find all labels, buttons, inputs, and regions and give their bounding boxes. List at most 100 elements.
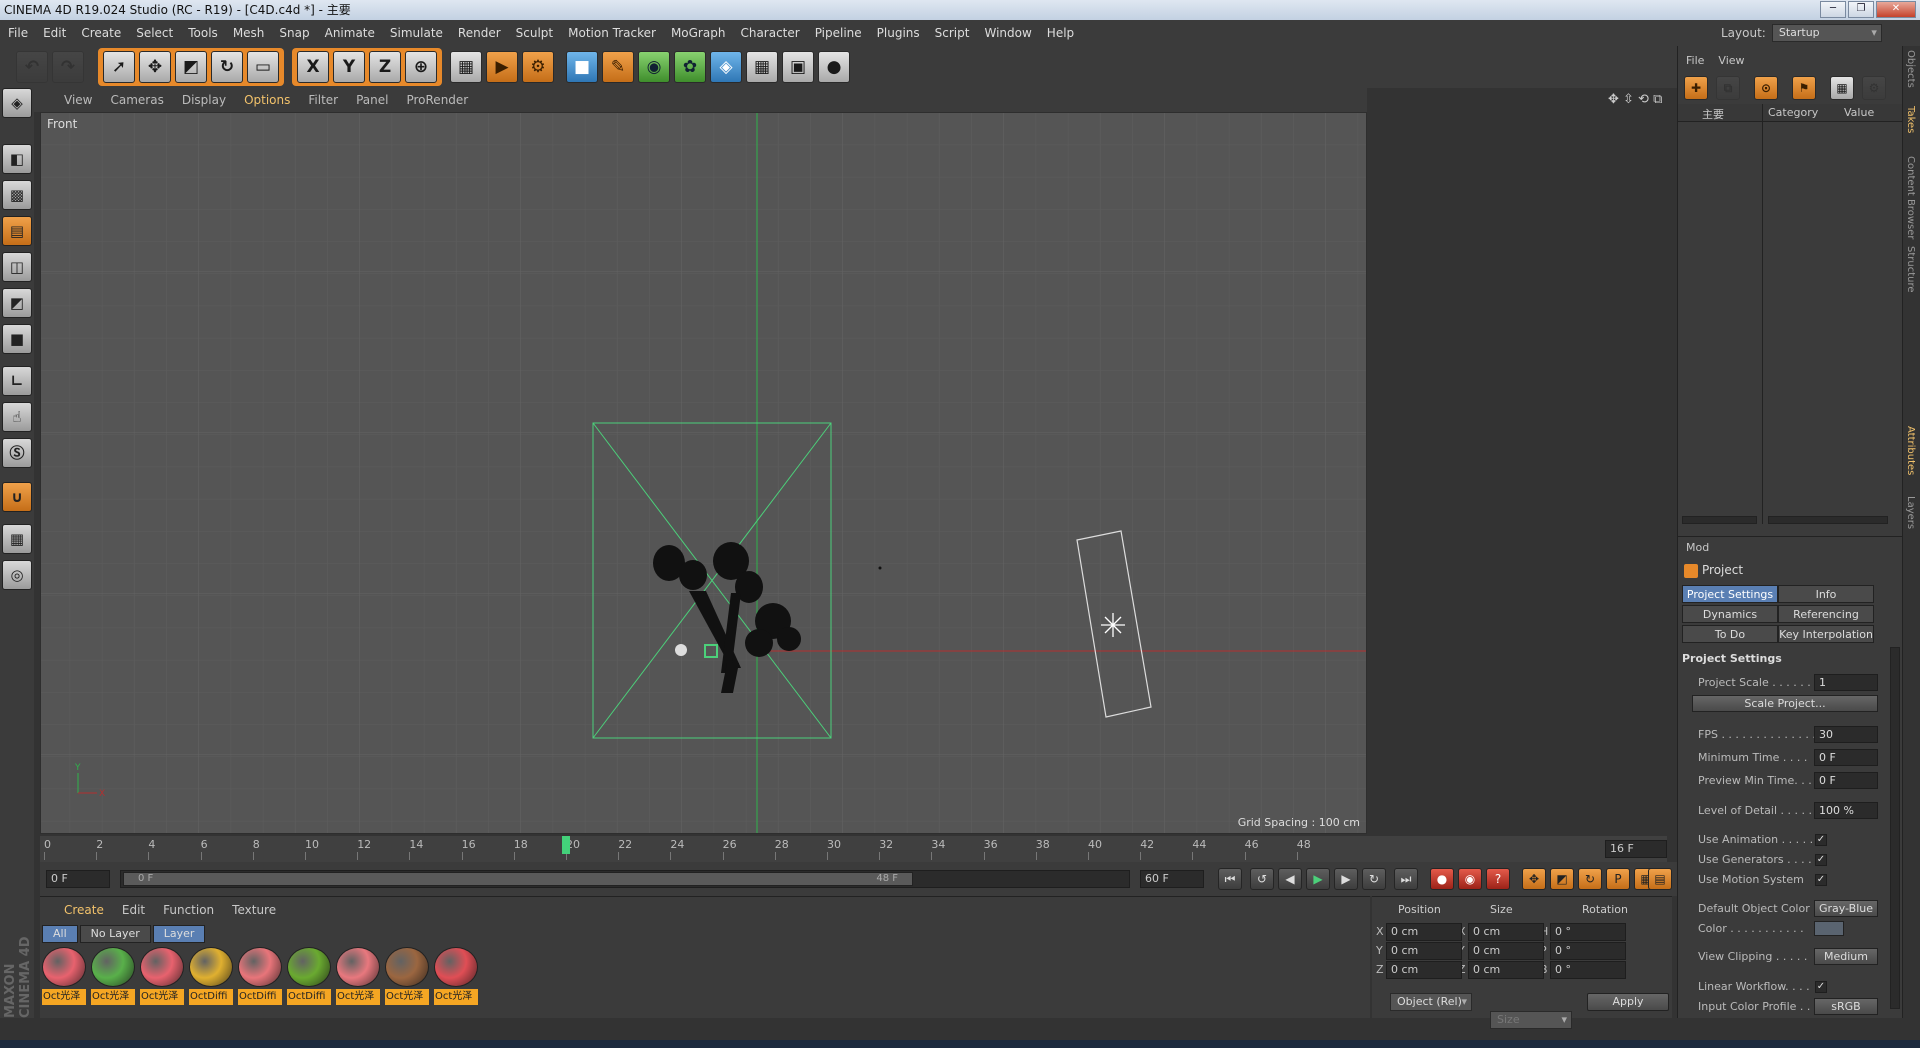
- key-position-icon[interactable]: ✥: [1522, 868, 1546, 890]
- range-slider[interactable]: 0 F 48 F: [123, 872, 913, 886]
- polygons-mode-icon[interactable]: ■: [2, 324, 32, 354]
- light-icon[interactable]: ●: [818, 51, 850, 83]
- tab-info[interactable]: Info: [1778, 585, 1874, 603]
- preview-min-field[interactable]: 0 F: [1814, 772, 1878, 789]
- viewport-menu-options[interactable]: Options: [244, 93, 290, 107]
- attr-scrollbar[interactable]: [1890, 647, 1900, 1009]
- attr-mode-menu[interactable]: Mod: [1686, 541, 1709, 554]
- subdivision-icon[interactable]: ◉: [638, 51, 670, 83]
- view-clipping-select[interactable]: Medium: [1814, 948, 1878, 965]
- menu-motion-tracker[interactable]: Motion Tracker: [568, 26, 656, 40]
- start-frame-field[interactable]: 0 F: [46, 870, 110, 888]
- lod-field[interactable]: 100 %: [1814, 802, 1878, 819]
- move-icon[interactable]: ✥: [139, 51, 171, 83]
- size-field[interactable]: 0 cm: [1468, 961, 1544, 979]
- floor-icon[interactable]: ▦: [746, 51, 778, 83]
- material-preview[interactable]: [287, 947, 331, 987]
- menu-help[interactable]: Help: [1047, 26, 1074, 40]
- redo-icon[interactable]: ↷: [52, 51, 84, 83]
- material-preview[interactable]: [42, 947, 86, 987]
- render-view-icon[interactable]: ▦: [450, 51, 482, 83]
- default-color-select[interactable]: Gray-Blue: [1814, 900, 1878, 917]
- menu-select[interactable]: Select: [136, 26, 173, 40]
- timeline-ruler[interactable]: 0 2 4 6 8 10 12 14 16 18 20 22 24 26 28 30 32 34 36 38 40 42 4…: [40, 836, 1667, 862]
- viewport-menu-view[interactable]: View: [64, 93, 92, 107]
- takes-add-icon[interactable]: ✚: [1684, 76, 1708, 100]
- size-field[interactable]: 0 cm: [1468, 923, 1544, 941]
- pen-icon[interactable]: ✎: [602, 51, 634, 83]
- tab-to-do[interactable]: To Do: [1682, 625, 1778, 643]
- viewport-menu-display[interactable]: Display: [182, 93, 226, 107]
- tweak-icon[interactable]: ☝: [2, 402, 32, 432]
- next-frame-icon[interactable]: ▶: [1334, 868, 1358, 890]
- viewport-menu-prorender[interactable]: ProRender: [406, 93, 468, 107]
- timeline-layout-icon[interactable]: ▤: [1648, 868, 1672, 890]
- side-tab-structure[interactable]: Structure: [1905, 246, 1916, 293]
- render-picture-viewer-icon[interactable]: ▶: [486, 51, 518, 83]
- end-frame-field[interactable]: 60 F: [1140, 870, 1204, 888]
- render-icon[interactable]: ▦: [1830, 76, 1854, 100]
- record-keys-icon[interactable]: ●: [1430, 868, 1454, 890]
- coordinate-mode-select[interactable]: Object (Rel): [1390, 993, 1472, 1011]
- side-tab-objects[interactable]: Objects: [1905, 50, 1916, 88]
- material-item[interactable]: OctDiffi: [238, 947, 282, 1009]
- keyframe-selection-icon[interactable]: ?: [1486, 868, 1510, 890]
- tab-referencing[interactable]: Referencing: [1778, 605, 1874, 623]
- menu-window[interactable]: Window: [984, 26, 1031, 40]
- material-menu-function[interactable]: Function: [163, 903, 214, 917]
- position-field[interactable]: 0 cm: [1386, 961, 1462, 979]
- use-generators-checkbox[interactable]: ✓: [1815, 854, 1827, 866]
- use-animation-checkbox[interactable]: ✓: [1815, 834, 1827, 846]
- z-axis-lock-button[interactable]: Z: [369, 51, 401, 83]
- filter-tab-no-layer[interactable]: No Layer: [79, 925, 151, 943]
- goto-end-icon[interactable]: ⏭: [1394, 868, 1418, 890]
- cube-icon[interactable]: ■: [566, 51, 598, 83]
- tab-key-interpolation[interactable]: Key Interpolation: [1778, 625, 1874, 643]
- prev-frame-icon[interactable]: ◀: [1278, 868, 1302, 890]
- om-hscroll-left[interactable]: [1682, 516, 1757, 524]
- viewport[interactable]: Y X Front Grid Spacing : 100 cm: [40, 112, 1367, 834]
- menu-tools[interactable]: Tools: [188, 26, 218, 40]
- layout-select[interactable]: Startup: [1771, 24, 1882, 42]
- om-hscroll-right[interactable]: [1768, 516, 1888, 524]
- position-field[interactable]: 0 cm: [1386, 923, 1462, 941]
- tab-dynamics[interactable]: Dynamics: [1682, 605, 1778, 623]
- filter-tab-all[interactable]: All: [42, 925, 78, 943]
- material-item[interactable]: OctDiffi: [189, 947, 233, 1009]
- key-rotation-icon[interactable]: ↻: [1578, 868, 1602, 890]
- model-mode-icon[interactable]: ◧: [2, 144, 32, 174]
- make-editable-icon[interactable]: ◈: [2, 88, 32, 118]
- material-preview[interactable]: [140, 947, 184, 987]
- input-profile-select[interactable]: sRGB: [1814, 998, 1878, 1015]
- side-tab-content-browser[interactable]: Content Browser: [1905, 156, 1916, 239]
- menu-snap[interactable]: Snap: [279, 26, 309, 40]
- lock-workplane-icon[interactable]: ▦: [2, 524, 32, 554]
- rotation-field[interactable]: 0 °: [1550, 942, 1626, 960]
- points-mode-icon[interactable]: ◫: [2, 252, 32, 282]
- select-icon[interactable]: ➚: [103, 51, 135, 83]
- menu-render[interactable]: Render: [458, 26, 501, 40]
- prev-key-icon[interactable]: ↺: [1250, 868, 1274, 890]
- menu-mograph[interactable]: MoGraph: [671, 26, 726, 40]
- viewport-menu-filter[interactable]: Filter: [308, 93, 338, 107]
- material-item[interactable]: OctDiffi: [287, 947, 331, 1009]
- material-preview[interactable]: [189, 947, 233, 987]
- menu-create[interactable]: Create: [81, 26, 121, 40]
- edges-mode-icon[interactable]: ◩: [2, 288, 32, 318]
- material-item[interactable]: Oct光泽: [140, 947, 184, 1009]
- lock-icon[interactable]: ⚙: [1862, 76, 1886, 100]
- fps-field[interactable]: 30: [1814, 726, 1878, 743]
- menu-plugins[interactable]: Plugins: [877, 26, 920, 40]
- size-mode-select[interactable]: Size: [1490, 1011, 1572, 1029]
- planar-workplane-icon[interactable]: ◎: [2, 560, 32, 590]
- key-parameter-icon[interactable]: P: [1606, 868, 1630, 890]
- render-settings-icon[interactable]: ⚙: [522, 51, 554, 83]
- side-tab-layers[interactable]: Layers: [1905, 496, 1916, 529]
- recent-tools-icon[interactable]: ▭: [247, 51, 279, 83]
- menu-edit[interactable]: Edit: [43, 26, 66, 40]
- scale-project-button[interactable]: Scale Project...: [1692, 695, 1878, 712]
- menu-file[interactable]: File: [8, 26, 28, 40]
- material-preview[interactable]: [385, 947, 429, 987]
- override-icon[interactable]: ⚑: [1792, 76, 1816, 100]
- apply-button[interactable]: Apply: [1587, 993, 1669, 1011]
